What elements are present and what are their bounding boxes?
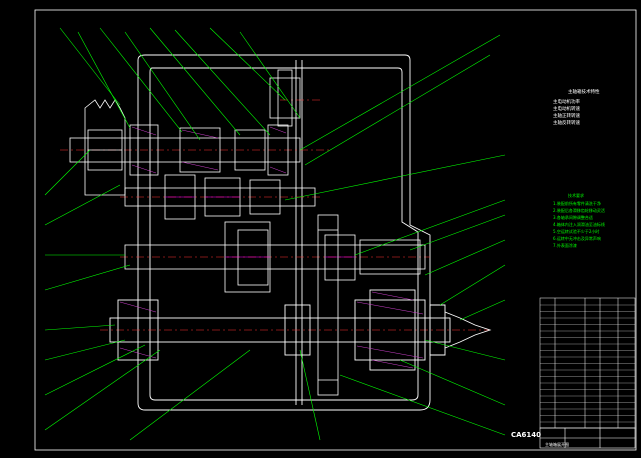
top-shaft [269,69,301,127]
tech-req-line-3: 3.各轴承间隙调整合适 [553,214,593,220]
model-label: CA6140 [511,431,542,439]
parts-list-table [539,297,636,429]
tech-req-line-5: 5.空运转试验不少于2小时 [553,228,599,234]
tech-spec-line-1: 主轴箱技术特性 [568,88,600,95]
tech-spec-line-2: 主电动机功率 [553,98,580,105]
parts-list-rows [540,304,635,423]
large-gear [317,214,339,396]
tech-req-title: 技术要求 [568,192,584,198]
shaft-centerlines [60,99,490,331]
title-block-caption: 主轴箱展开图 [545,441,569,447]
tech-spec-line-3: 主电动机转速 [553,105,580,112]
tech-specs-block: 主轴箱技术特性 主电动机功率 主电动机转速 主轴正转转速 主轴反转转速 [553,88,600,126]
tech-req-line-6: 6.运转中无冲击及异常声响 [553,235,601,241]
cad-drawing-canvas: 主轴箱技术特性 主电动机功率 主电动机转速 主轴正转转速 主轴反转转速 技术要求… [34,9,637,451]
tech-spec-line-5: 主轴反转转速 [553,119,580,126]
tech-requirements-block: 技术要求 1.装配前所有零件清洗干净 2.装配后各滑移齿轮移动灵活 3.各轴承间… [553,192,605,248]
tech-req-line-7: 7.外表面涂漆 [553,242,577,248]
tech-req-line-1: 1.装配前所有零件清洗干净 [553,200,601,206]
tech-spec-line-4: 主轴正转转速 [553,112,580,119]
tech-req-line-2: 2.装配后各滑移齿轮移动灵活 [553,207,605,213]
gearbox-housing [137,54,431,411]
input-pulley [84,99,126,196]
tech-req-line-4: 4.箱体内注入润滑油至油标线 [553,221,605,227]
leader-lines [44,27,506,441]
